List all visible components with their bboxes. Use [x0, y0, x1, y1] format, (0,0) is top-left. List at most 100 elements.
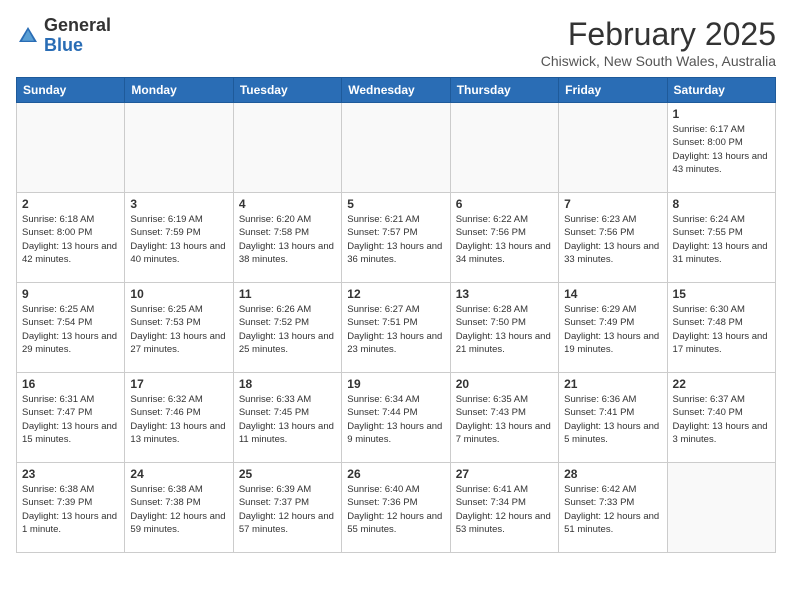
day-number: 23 — [22, 467, 119, 481]
weekday-header-wednesday: Wednesday — [342, 78, 450, 103]
day-number: 20 — [456, 377, 553, 391]
calendar-cell — [17, 103, 125, 193]
calendar-cell — [559, 103, 667, 193]
day-info: Sunrise: 6:24 AM Sunset: 7:55 PM Dayligh… — [673, 213, 770, 266]
day-info: Sunrise: 6:33 AM Sunset: 7:45 PM Dayligh… — [239, 393, 336, 446]
calendar-cell: 26 Sunrise: 6:40 AM Sunset: 7:36 PM Dayli… — [342, 463, 450, 553]
day-number: 3 — [130, 197, 227, 211]
day-number: 4 — [239, 197, 336, 211]
calendar-cell — [667, 463, 775, 553]
logo-general: General — [44, 15, 111, 35]
day-number: 13 — [456, 287, 553, 301]
logo: General Blue — [16, 16, 111, 56]
day-info: Sunrise: 6:27 AM Sunset: 7:51 PM Dayligh… — [347, 303, 444, 356]
day-info: Sunrise: 6:29 AM Sunset: 7:49 PM Dayligh… — [564, 303, 661, 356]
weekday-header-thursday: Thursday — [450, 78, 558, 103]
weekday-header-tuesday: Tuesday — [233, 78, 341, 103]
calendar-cell: 17Sunrise: 6:32 AM Sunset: 7:46 PM Dayli… — [125, 373, 233, 463]
calendar-cell: 8 Sunrise: 6:24 AM Sunset: 7:55 PM Daylig… — [667, 193, 775, 283]
calendar-cell: 23 Sunrise: 6:38 AM Sunset: 7:39 PM Dayli… — [17, 463, 125, 553]
day-info: Sunrise: 6:25 AM Sunset: 7:54 PM Dayligh… — [22, 303, 119, 356]
day-number: 16 — [22, 377, 119, 391]
calendar-cell: 16 Sunrise: 6:31 AM Sunset: 7:47 PM Dayli… — [17, 373, 125, 463]
day-number: 24 — [130, 467, 227, 481]
day-number: 22 — [673, 377, 770, 391]
day-info: Sunrise: 6:19 AM Sunset: 7:59 PM Dayligh… — [130, 213, 227, 266]
day-info: Sunrise: 6:37 AM Sunset: 7:40 PM Dayligh… — [673, 393, 770, 446]
logo-blue: Blue — [44, 35, 83, 55]
calendar-cell: 11 Sunrise: 6:26 AM Sunset: 7:52 PM Dayli… — [233, 283, 341, 373]
weekday-header-monday: Monday — [125, 78, 233, 103]
calendar-cell: 21Sunrise: 6:36 AM Sunset: 7:41 PM Dayli… — [559, 373, 667, 463]
calendar-cell: 24 Sunrise: 6:38 AM Sunset: 7:38 PM Dayli… — [125, 463, 233, 553]
page-header: General Blue February 2025 Chiswick, New… — [16, 16, 776, 69]
day-number: 9 — [22, 287, 119, 301]
calendar-cell: 27Sunrise: 6:41 AM Sunset: 7:34 PM Dayli… — [450, 463, 558, 553]
day-number: 15 — [673, 287, 770, 301]
calendar-cell: 5Sunrise: 6:21 AM Sunset: 7:57 PM Daylig… — [342, 193, 450, 283]
calendar-table: SundayMondayTuesdayWednesdayThursdayFrid… — [16, 77, 776, 553]
calendar-cell: 22 Sunrise: 6:37 AM Sunset: 7:40 PM Dayli… — [667, 373, 775, 463]
day-number: 19 — [347, 377, 444, 391]
day-number: 8 — [673, 197, 770, 211]
day-number: 18 — [239, 377, 336, 391]
day-info: Sunrise: 6:35 AM Sunset: 7:43 PM Dayligh… — [456, 393, 553, 446]
day-number: 14 — [564, 287, 661, 301]
day-info: Sunrise: 6:28 AM Sunset: 7:50 PM Dayligh… — [456, 303, 553, 356]
calendar-cell: 10 Sunrise: 6:25 AM Sunset: 7:53 PM Dayli… — [125, 283, 233, 373]
week-row-3: 16 Sunrise: 6:31 AM Sunset: 7:47 PM Dayli… — [17, 373, 776, 463]
day-number: 26 — [347, 467, 444, 481]
calendar-cell: 25Sunrise: 6:39 AM Sunset: 7:37 PM Dayli… — [233, 463, 341, 553]
week-row-0: 1 Sunrise: 6:17 AM Sunset: 8:00 PM Daylig… — [17, 103, 776, 193]
calendar-cell — [450, 103, 558, 193]
day-number: 6 — [456, 197, 553, 211]
day-number: 7 — [564, 197, 661, 211]
day-info: Sunrise: 6:34 AM Sunset: 7:44 PM Dayligh… — [347, 393, 444, 446]
day-number: 10 — [130, 287, 227, 301]
day-info: Sunrise: 6:17 AM Sunset: 8:00 PM Dayligh… — [673, 123, 770, 176]
day-number: 5 — [347, 197, 444, 211]
day-info: Sunrise: 6:39 AM Sunset: 7:37 PM Dayligh… — [239, 483, 336, 536]
day-info: Sunrise: 6:31 AM Sunset: 7:47 PM Dayligh… — [22, 393, 119, 446]
logo-icon — [16, 24, 40, 48]
calendar-cell — [342, 103, 450, 193]
day-number: 28 — [564, 467, 661, 481]
weekday-header-row: SundayMondayTuesdayWednesdayThursdayFrid… — [17, 78, 776, 103]
day-info: Sunrise: 6:42 AM Sunset: 7:33 PM Dayligh… — [564, 483, 661, 536]
day-info: Sunrise: 6:38 AM Sunset: 7:38 PM Dayligh… — [130, 483, 227, 536]
calendar-cell: 14 Sunrise: 6:29 AM Sunset: 7:49 PM Dayli… — [559, 283, 667, 373]
week-row-4: 23 Sunrise: 6:38 AM Sunset: 7:39 PM Dayli… — [17, 463, 776, 553]
week-row-1: 2 Sunrise: 6:18 AM Sunset: 8:00 PM Daylig… — [17, 193, 776, 283]
logo-text: General Blue — [44, 16, 111, 56]
calendar-cell — [233, 103, 341, 193]
day-number: 27 — [456, 467, 553, 481]
month-title: February 2025 — [541, 16, 776, 53]
location: Chiswick, New South Wales, Australia — [541, 53, 776, 69]
calendar-cell — [125, 103, 233, 193]
weekday-header-friday: Friday — [559, 78, 667, 103]
calendar-cell: 19 Sunrise: 6:34 AM Sunset: 7:44 PM Dayli… — [342, 373, 450, 463]
calendar-cell: 20 Sunrise: 6:35 AM Sunset: 7:43 PM Dayli… — [450, 373, 558, 463]
calendar-cell: 18 Sunrise: 6:33 AM Sunset: 7:45 PM Dayli… — [233, 373, 341, 463]
calendar-cell: 4 Sunrise: 6:20 AM Sunset: 7:58 PM Daylig… — [233, 193, 341, 283]
day-info: Sunrise: 6:25 AM Sunset: 7:53 PM Dayligh… — [130, 303, 227, 356]
day-info: Sunrise: 6:38 AM Sunset: 7:39 PM Dayligh… — [22, 483, 119, 536]
week-row-2: 9 Sunrise: 6:25 AM Sunset: 7:54 PM Daylig… — [17, 283, 776, 373]
day-info: Sunrise: 6:26 AM Sunset: 7:52 PM Dayligh… — [239, 303, 336, 356]
day-number: 11 — [239, 287, 336, 301]
day-info: Sunrise: 6:20 AM Sunset: 7:58 PM Dayligh… — [239, 213, 336, 266]
day-info: Sunrise: 6:18 AM Sunset: 8:00 PM Dayligh… — [22, 213, 119, 266]
calendar-cell: 13 Sunrise: 6:28 AM Sunset: 7:50 PM Dayli… — [450, 283, 558, 373]
day-info: Sunrise: 6:22 AM Sunset: 7:56 PM Dayligh… — [456, 213, 553, 266]
day-info: Sunrise: 6:30 AM Sunset: 7:48 PM Dayligh… — [673, 303, 770, 356]
day-number: 1 — [673, 107, 770, 121]
day-info: Sunrise: 6:40 AM Sunset: 7:36 PM Dayligh… — [347, 483, 444, 536]
calendar-cell: 2 Sunrise: 6:18 AM Sunset: 8:00 PM Daylig… — [17, 193, 125, 283]
calendar-cell: 7Sunrise: 6:23 AM Sunset: 7:56 PM Daylig… — [559, 193, 667, 283]
day-info: Sunrise: 6:32 AM Sunset: 7:46 PM Dayligh… — [130, 393, 227, 446]
calendar-cell: 15 Sunrise: 6:30 AM Sunset: 7:48 PM Dayli… — [667, 283, 775, 373]
weekday-header-sunday: Sunday — [17, 78, 125, 103]
day-number: 12 — [347, 287, 444, 301]
day-number: 2 — [22, 197, 119, 211]
calendar-cell: 6 Sunrise: 6:22 AM Sunset: 7:56 PM Daylig… — [450, 193, 558, 283]
